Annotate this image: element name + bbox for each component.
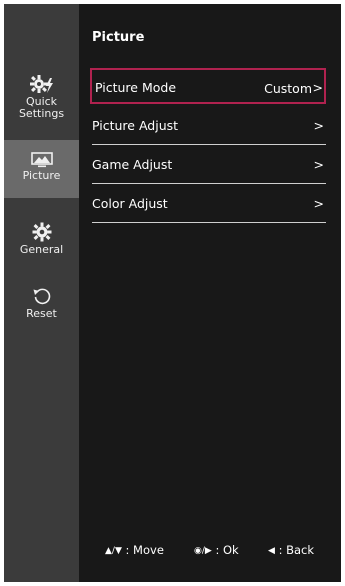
up-down-arrows-icon: ▲/▼ (105, 546, 122, 556)
sidebar-item-label: General (19, 243, 64, 256)
menu-item-color-adjust[interactable]: Color Adjust > (90, 184, 326, 220)
footer-hint-back: ◀ : Back (268, 543, 314, 557)
sidebar: Quick Settings Picture General Reset (4, 4, 79, 582)
back-arrow-icon: ◀ (268, 546, 275, 556)
sidebar-item-picture[interactable]: Picture (4, 140, 79, 198)
gear-icon (32, 222, 51, 242)
picture-icon (30, 152, 53, 168)
menu-item-label: Game Adjust (92, 157, 173, 172)
menu-item-picture-adjust[interactable]: Picture Adjust > (90, 106, 326, 142)
chevron-right-icon: > (312, 80, 323, 95)
footer-hint-ok: ◉/▶ : Ok (194, 543, 239, 557)
sidebar-item-label: Picture (22, 169, 61, 182)
footer-hint-label: : Ok (215, 543, 239, 557)
chevron-right-icon: > (313, 196, 324, 211)
sidebar-item-reset[interactable]: Reset (4, 286, 79, 322)
footer-hint-move: ▲/▼ : Move (105, 543, 164, 557)
quick-settings-gear-icon (29, 75, 53, 93)
menu-item-game-adjust[interactable]: Game Adjust > (90, 145, 326, 181)
sidebar-item-quick-settings[interactable]: Quick Settings (4, 74, 79, 126)
divider (92, 222, 326, 223)
sidebar-item-general[interactable]: General (4, 222, 79, 260)
osd-panel: Quick Settings Picture General Reset Pic… (4, 4, 341, 582)
menu-item-value: Custom (264, 81, 312, 96)
chevron-right-icon: > (313, 118, 324, 133)
monitor-osd-screen: Quick Settings Picture General Reset Pic… (0, 0, 345, 586)
footer-hint-label: : Back (278, 543, 315, 557)
ok-button-icon: ◉/▶ (194, 546, 212, 556)
menu-item-label: Color Adjust (92, 196, 168, 211)
main-panel: Picture Picture Mode Custom > Picture Ad… (79, 4, 341, 582)
page-title: Picture (92, 30, 145, 45)
menu-item-label: Picture Adjust (92, 118, 179, 133)
reset-icon (33, 288, 50, 305)
menu-item-picture-mode[interactable]: Picture Mode Custom > (90, 68, 326, 104)
sidebar-item-label: Settings (18, 107, 65, 120)
chevron-right-icon: > (313, 157, 324, 172)
footer-hint-label: : Move (125, 543, 164, 557)
sidebar-item-label: Reset (26, 307, 57, 320)
menu-item-label: Picture Mode (95, 80, 177, 95)
